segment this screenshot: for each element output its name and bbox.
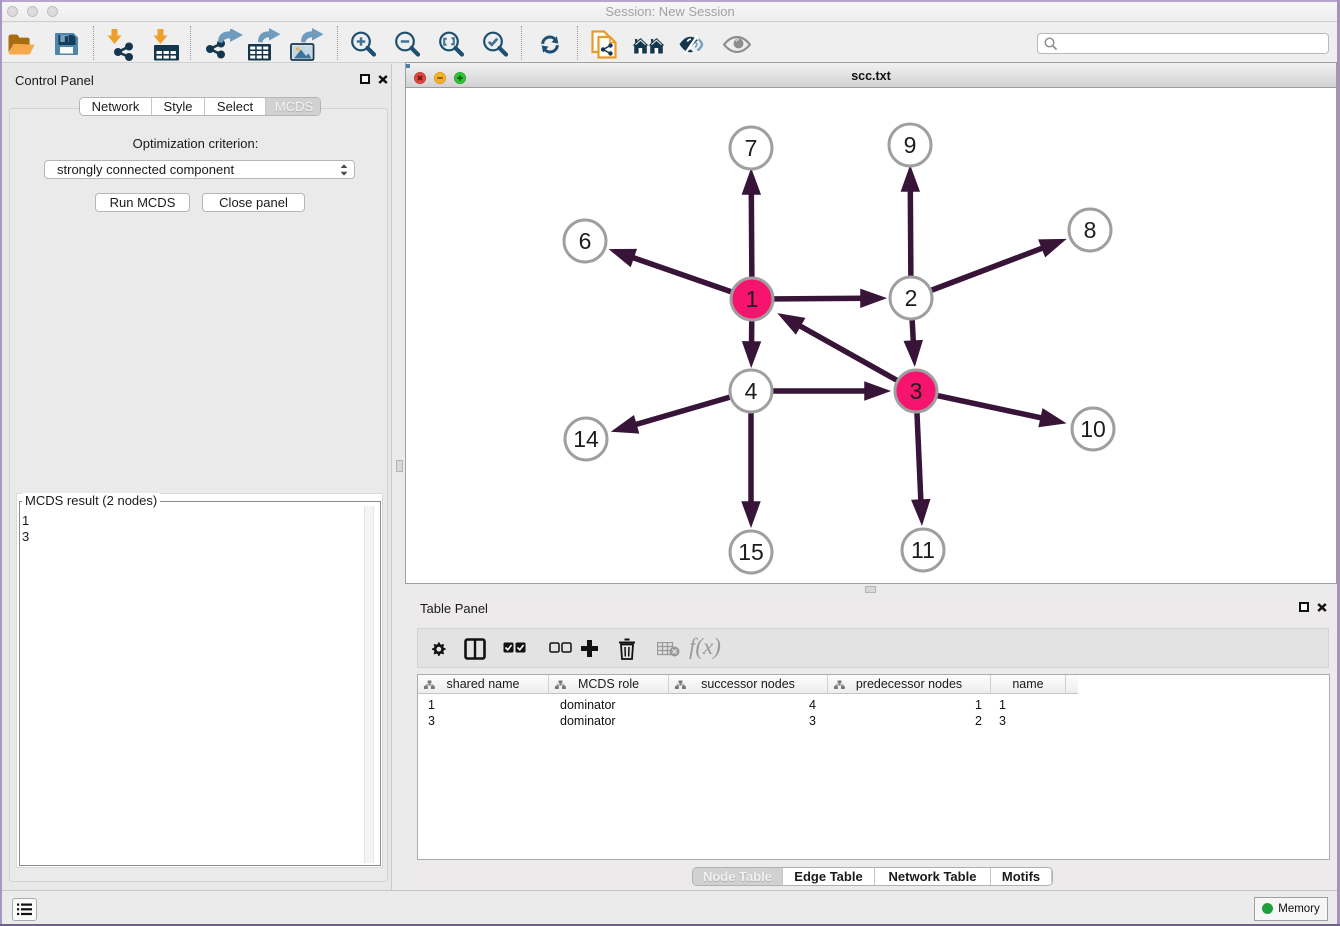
svg-text:8: 8 (1084, 217, 1097, 243)
svg-text:1: 1 (746, 286, 759, 312)
svg-text:9: 9 (904, 132, 917, 158)
svg-text:11: 11 (911, 537, 935, 563)
svg-text:7: 7 (745, 135, 758, 161)
svg-text:2: 2 (905, 285, 918, 311)
svg-text:14: 14 (573, 426, 599, 452)
svg-text:10: 10 (1080, 416, 1106, 442)
svg-text:15: 15 (738, 539, 764, 565)
svg-text:4: 4 (745, 378, 758, 404)
svg-text:6: 6 (579, 228, 592, 254)
svg-text:3: 3 (910, 378, 923, 404)
